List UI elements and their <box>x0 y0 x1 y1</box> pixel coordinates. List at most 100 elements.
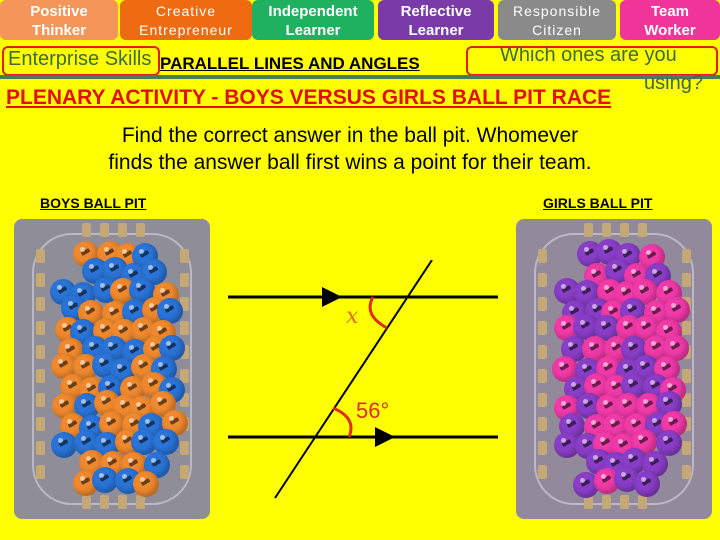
ball-number <box>157 397 168 406</box>
skill-label-line2: Worker <box>644 21 696 39</box>
ball-number <box>663 286 674 295</box>
ball-number <box>161 288 171 297</box>
basket-slot <box>682 273 691 287</box>
skill-label-line1: Responsible <box>512 2 602 19</box>
unknown-angle-label: x <box>346 304 359 329</box>
basket-slot <box>682 369 691 383</box>
question-line2: using? <box>644 72 703 94</box>
ball-number <box>164 304 175 313</box>
ball-number <box>643 400 654 409</box>
parallel-arrow-bottom <box>375 427 395 447</box>
ball-number <box>59 400 70 409</box>
basket-slot <box>538 393 547 407</box>
basket-slot <box>682 249 691 263</box>
basket-slot <box>620 223 629 237</box>
ball-number <box>82 399 92 408</box>
girls-ball-pit-label: GIRLS BALL PIT <box>543 195 653 211</box>
ball-number <box>663 436 674 445</box>
ball-number <box>603 362 614 371</box>
basket-slot <box>36 297 45 311</box>
ball-number <box>618 439 629 448</box>
ball-number <box>561 438 572 447</box>
basket-slot <box>36 321 45 335</box>
ball-number <box>146 419 156 428</box>
ball-number <box>649 458 659 467</box>
ball-number <box>593 456 604 465</box>
skill-label-line2: Thinker <box>31 21 87 39</box>
ball-number <box>580 478 591 487</box>
ball-number <box>67 380 78 389</box>
ball-number <box>627 305 638 314</box>
angle-arc-x <box>368 296 388 330</box>
ball-number <box>671 303 682 312</box>
ball-number <box>668 417 679 426</box>
ball-number <box>628 455 639 464</box>
ball-number <box>59 360 69 369</box>
activity-heading: PLENARY ACTIVITY - BOYS VERSUS GIRLS BAL… <box>6 86 612 109</box>
ball-number <box>640 362 651 371</box>
ball-number <box>81 436 92 445</box>
ball-number <box>127 383 138 392</box>
ball-number <box>621 288 631 297</box>
basket-slot <box>36 393 45 407</box>
ball-number <box>582 440 593 449</box>
skill-label-line2: Learner <box>285 21 341 39</box>
ball-number <box>100 283 111 292</box>
basket-slot <box>36 369 45 383</box>
skill-independent-learner[interactable]: Independent Learner <box>252 0 374 40</box>
ball-number <box>591 379 602 388</box>
ball-number <box>591 420 602 429</box>
skill-positive-thinker[interactable]: Positive Thinker <box>0 0 118 40</box>
ball-number <box>140 477 151 486</box>
basket-slot <box>538 441 547 455</box>
basket-slot <box>538 417 547 431</box>
ball <box>92 466 119 493</box>
ball-number <box>138 323 149 332</box>
boys-ball-pit-label: BOYS BALL PIT <box>40 195 147 211</box>
ball-number <box>568 342 579 351</box>
skill-responsible-citizen[interactable]: Responsible Citizen <box>498 0 616 40</box>
skill-team-worker[interactable]: Team Worker <box>620 0 720 40</box>
ball-number <box>631 420 642 429</box>
basket-slot <box>36 345 45 359</box>
basket-slot <box>36 465 45 479</box>
ball-number <box>105 381 116 390</box>
ball-number <box>571 382 582 391</box>
ball-number <box>151 458 162 467</box>
ball-number <box>139 250 149 259</box>
basket-slot <box>180 465 189 479</box>
page-title: PARALLEL LINES AND ANGLES <box>160 54 420 73</box>
ball-number <box>628 379 639 388</box>
ball-number <box>638 436 649 445</box>
ball-number <box>611 382 622 391</box>
ball-number <box>80 477 91 486</box>
header-divider <box>0 75 720 79</box>
ball-number <box>623 250 633 259</box>
basket-slot <box>638 223 647 237</box>
ball-number <box>650 381 661 390</box>
ball-number <box>651 342 662 351</box>
ball-number <box>86 457 97 466</box>
skill-reflective-learner[interactable]: Reflective Learner <box>378 0 494 40</box>
parallel-arrow-top <box>322 287 342 307</box>
skill-label-line1: Creative <box>155 2 217 19</box>
ball-number <box>166 342 177 351</box>
basket-slot <box>118 495 127 509</box>
ball-number <box>603 245 614 254</box>
ball-number <box>138 436 149 445</box>
ball-number <box>608 307 619 316</box>
instruction-line2: finds the answer ball first wins a point… <box>108 151 592 174</box>
ball-number <box>86 421 97 430</box>
basket-slot <box>682 465 691 479</box>
ball-number <box>631 269 642 278</box>
ball-number <box>109 307 119 316</box>
ball-number <box>623 321 634 330</box>
skill-creative-entrepreneur[interactable]: Creative Entrepreneur <box>120 0 252 40</box>
skill-label-line1: Positive <box>30 2 88 20</box>
ball-number <box>101 397 112 406</box>
basket-slot <box>136 495 145 509</box>
ball-number <box>561 285 572 294</box>
ball-number <box>104 248 115 257</box>
ball-number <box>569 306 580 315</box>
basket-slot <box>36 441 45 455</box>
